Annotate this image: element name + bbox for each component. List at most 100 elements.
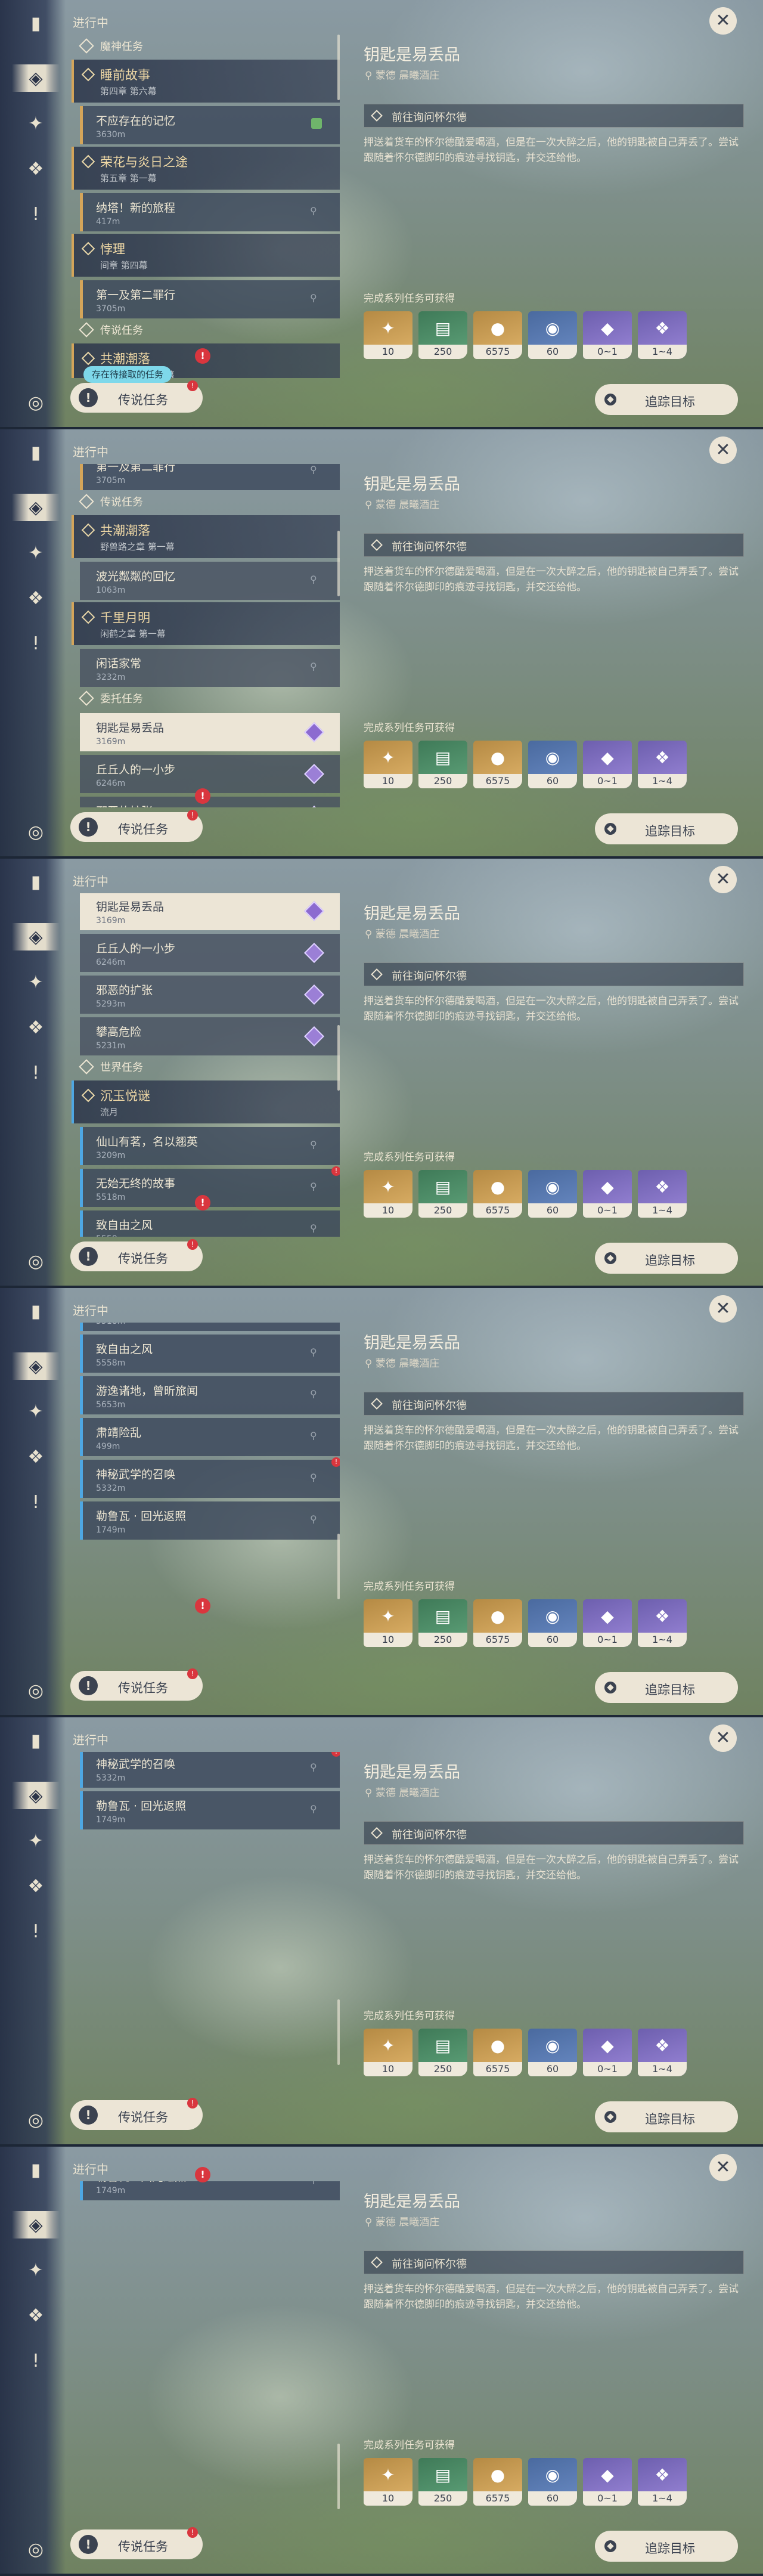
reward-item[interactable]: ● 6575: [473, 2029, 522, 2076]
chapter-header[interactable]: 共潮潮落野兽路之章 第一幕: [72, 515, 340, 558]
quest-item[interactable]: 第一及第二罪行 3705m ⚲: [80, 280, 340, 318]
reward-item[interactable]: ◆ 0~1: [583, 1599, 632, 1647]
reward-item[interactable]: ✦ 10: [364, 1599, 412, 1647]
track-target-button[interactable]: 追踪目标: [595, 1672, 738, 1703]
quest-item[interactable]: 丘丘人的一小步 6246m: [80, 755, 340, 793]
quest-item[interactable]: 纳塔！新的旅程 417m ⚲: [80, 193, 340, 231]
scrollbar[interactable]: [337, 1534, 340, 1599]
story-quest-icon[interactable]: ✦: [22, 968, 49, 996]
reward-item[interactable]: ● 6575: [473, 741, 522, 788]
quest-list[interactable]: 魔神任务 睡前故事第四章 第六幕 不应存在的记忆3630m 荣花与炎日之途第五章…: [72, 1752, 340, 2095]
reward-item[interactable]: ❖ 1~4: [638, 1170, 687, 1218]
archon-quest-icon[interactable]: ◈: [12, 923, 60, 950]
quest-item[interactable]: 仙山有茗，名以翘英 3209m ⚲: [80, 1127, 340, 1165]
quest-item[interactable]: 肃靖险乱 499m ⚲: [80, 1418, 340, 1456]
world-quest-icon[interactable]: !: [22, 2347, 49, 2374]
camera-icon[interactable]: ◎: [22, 2535, 49, 2563]
quest-item[interactable]: 邪恶的扩张 5293m: [80, 976, 340, 1014]
quest-book-icon[interactable]: ▮: [22, 2156, 49, 2184]
quest-item[interactable]: 致自由之风 5558m ⚲: [80, 1210, 340, 1237]
world-quest-icon[interactable]: !: [22, 630, 49, 657]
quest-book-icon[interactable]: ▮: [22, 1727, 49, 1754]
chapter-header[interactable]: 悖理 间章 第四幕: [72, 234, 340, 277]
reward-item[interactable]: ◉ 60: [528, 741, 577, 788]
quest-item[interactable]: 无始无终的故事5518m⚲!: [80, 1323, 340, 1331]
quest-item[interactable]: 闲话家常 3232m ⚲: [80, 649, 340, 687]
reward-item[interactable]: ❖ 1~4: [638, 741, 687, 788]
quest-list[interactable]: 魔神任务 睡前故事第四章 第六幕 不应存在的记忆3630m 荣花与炎日之途第五章…: [72, 464, 340, 807]
reward-item[interactable]: ◆ 0~1: [583, 2029, 632, 2076]
close-button[interactable]: ✕: [709, 1724, 737, 1752]
reward-item[interactable]: ◆ 0~1: [583, 2458, 632, 2506]
quest-item[interactable]: 不应存在的记忆 3630m: [80, 106, 340, 144]
camera-icon[interactable]: ◎: [22, 389, 49, 416]
commission-icon[interactable]: ❖: [22, 2302, 49, 2329]
reward-item[interactable]: ● 6575: [473, 1599, 522, 1647]
camera-icon[interactable]: ◎: [22, 1677, 49, 1704]
scrollbar[interactable]: [337, 531, 340, 596]
quest-item[interactable]: 攀高危险 5231m: [80, 1017, 340, 1055]
quest-list[interactable]: 魔神任务 睡前故事第四章 第六幕 不应存在的记忆3630m 荣花与炎日之途第五章…: [72, 1323, 340, 1666]
reward-item[interactable]: ◆ 0~1: [583, 741, 632, 788]
story-quest-icon[interactable]: ✦: [22, 539, 49, 566]
quest-item[interactable]: 神秘武学的召唤 5332m ⚲!: [80, 1457, 340, 1498]
world-quest-icon[interactable]: !: [22, 1059, 49, 1086]
close-button[interactable]: ✕: [709, 436, 737, 464]
world-quest-icon[interactable]: !: [22, 200, 49, 228]
quest-book-icon[interactable]: ▮: [22, 10, 49, 37]
reward-item[interactable]: ▤ 250: [418, 741, 467, 788]
legend-quest-button[interactable]: ! 传说任务 !: [70, 380, 203, 413]
reward-item[interactable]: ❖ 1~4: [638, 2458, 687, 2506]
quest-item[interactable]: 第一及第二罪行 3705m ⚲: [80, 464, 340, 490]
reward-item[interactable]: ◉ 60: [528, 1170, 577, 1218]
reward-item[interactable]: ✦ 10: [364, 311, 412, 359]
world-quest-icon[interactable]: !: [22, 1918, 49, 1945]
quest-item-selected[interactable]: 钥匙是易丢品 3169m: [80, 713, 340, 751]
quest-item[interactable]: 勒鲁瓦 · 回光返照 1749m ⚲: [80, 1791, 340, 1829]
quest-item[interactable]: 致自由之风 5558m ⚲: [80, 1335, 340, 1373]
quest-item[interactable]: 神秘武学的召唤 5332m ⚲!: [80, 1752, 340, 1788]
reward-item[interactable]: ❖ 1~4: [638, 2029, 687, 2076]
reward-item[interactable]: ✦ 10: [364, 2029, 412, 2076]
quest-book-icon[interactable]: ▮: [22, 868, 49, 896]
close-button[interactable]: ✕: [709, 1295, 737, 1323]
reward-item[interactable]: ◆ 0~1: [583, 311, 632, 359]
story-quest-icon[interactable]: ✦: [22, 2256, 49, 2284]
reward-item[interactable]: ◉ 60: [528, 2029, 577, 2076]
world-quest-icon[interactable]: !: [22, 1488, 49, 1516]
archon-quest-icon[interactable]: ◈: [12, 1352, 60, 1380]
reward-item[interactable]: ◆ 0~1: [583, 1170, 632, 1218]
track-target-button[interactable]: 追踪目标: [595, 2101, 738, 2132]
story-quest-icon[interactable]: ✦: [22, 110, 49, 137]
commission-icon[interactable]: ❖: [22, 1872, 49, 1900]
quest-item[interactable]: 丘丘人的一小步 6246m: [80, 934, 340, 972]
chapter-header[interactable]: 千里月明 闲鹤之章 第一幕: [72, 602, 340, 645]
reward-item[interactable]: ▤ 250: [418, 1599, 467, 1647]
reward-item[interactable]: ● 6575: [473, 311, 522, 359]
commission-icon[interactable]: ❖: [22, 155, 49, 182]
track-target-button[interactable]: 追踪目标: [595, 813, 738, 844]
archon-quest-icon[interactable]: ◈: [12, 64, 60, 92]
reward-item[interactable]: ◉ 60: [528, 2458, 577, 2506]
quest-item[interactable]: 勒鲁瓦 · 回光返照 1749m ⚲: [80, 2181, 340, 2200]
reward-item[interactable]: ❖ 1~4: [638, 311, 687, 359]
scrollbar[interactable]: [337, 2444, 340, 2509]
quest-list[interactable]: 魔神任务 睡前故事第四章 第六幕 不应存在的记忆3630m 荣花与炎日之途第五章…: [72, 893, 340, 1237]
legend-quest-button[interactable]: ! 传说任务 !: [70, 2527, 203, 2559]
chapter-header[interactable]: 睡前故事 第四章 第六幕: [72, 60, 340, 103]
chapter-header[interactable]: 沉玉悦谜 流月: [72, 1080, 340, 1123]
commission-icon[interactable]: ❖: [22, 1443, 49, 1470]
scrollbar[interactable]: [337, 35, 340, 100]
story-quest-icon[interactable]: ✦: [22, 1827, 49, 1854]
reward-item[interactable]: ◉ 60: [528, 1599, 577, 1647]
track-target-button[interactable]: 追踪目标: [595, 384, 738, 415]
quest-item-selected[interactable]: 钥匙是易丢品 3169m: [80, 893, 340, 930]
scrollbar[interactable]: [337, 1025, 340, 1091]
track-target-button[interactable]: 追踪目标: [595, 1243, 738, 1274]
pending-quest-hint[interactable]: 存在待接取的任务: [83, 366, 172, 383]
reward-item[interactable]: ▤ 250: [418, 2458, 467, 2506]
quest-list[interactable]: 魔神任务 睡前故事第四章 第六幕 不应存在的记忆3630m 荣花与炎日之途第五章…: [72, 2181, 340, 2525]
quest-item[interactable]: 波光粼粼的回忆 1063m ⚲: [80, 562, 340, 600]
reward-item[interactable]: ▤ 250: [418, 1170, 467, 1218]
reward-item[interactable]: ▤ 250: [418, 2029, 467, 2076]
